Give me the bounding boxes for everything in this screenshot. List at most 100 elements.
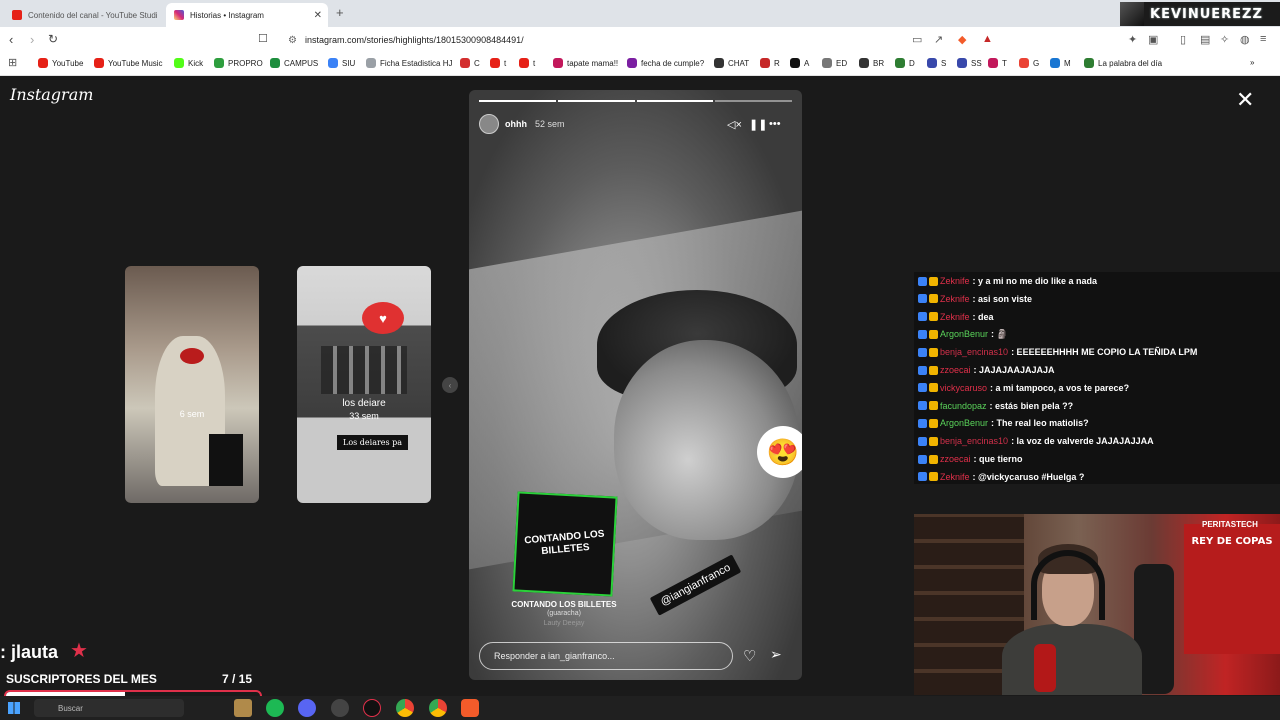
- new-tab-button[interactable]: +: [336, 5, 344, 20]
- chat-username[interactable]: Zeknife: [940, 312, 970, 322]
- bookmark-favicon-icon: [490, 58, 500, 68]
- bookmark-item[interactable]: t: [519, 58, 535, 68]
- chat-username[interactable]: zzoecai: [940, 365, 971, 375]
- preview-title: los deiare: [342, 398, 386, 409]
- bookmark-item[interactable]: T: [988, 58, 1007, 68]
- chrome-profile-icon[interactable]: [429, 699, 447, 717]
- omnibox[interactable]: ⚙ instagram.com/stories/highlights/18015…: [280, 30, 1000, 50]
- chat-username[interactable]: Zeknife: [940, 276, 970, 286]
- vpn-icon[interactable]: ▤: [1200, 33, 1210, 46]
- obs-icon[interactable]: [331, 699, 349, 717]
- bookmark-item[interactable]: C: [460, 58, 480, 68]
- tab-youtube-studio[interactable]: Contenido del canal - YouTube Studi: [4, 3, 164, 27]
- sub-badge-icon: [929, 472, 938, 482]
- bookmark-favicon-icon: [553, 58, 563, 68]
- bookmark-item[interactable]: SIU: [328, 58, 355, 68]
- bookmark-item[interactable]: S: [927, 58, 946, 68]
- send-icon[interactable]: ➢: [770, 646, 782, 663]
- spotify-icon[interactable]: [266, 699, 284, 717]
- file-explorer-icon[interactable]: [234, 699, 252, 717]
- forward-icon[interactable]: ›: [30, 32, 34, 47]
- bookmark-item[interactable]: PROPRO: [214, 58, 263, 68]
- chat-message: vickycaruso: a mi tampoco, a vos te pare…: [918, 379, 1129, 397]
- chat-username[interactable]: facundopaz: [940, 401, 987, 411]
- chat-username[interactable]: benja_encinas10: [940, 347, 1008, 357]
- brave-icon[interactable]: [461, 699, 479, 717]
- story-preview-1[interactable]: 6 sem: [125, 266, 259, 503]
- discord-icon[interactable]: [298, 699, 316, 717]
- windows-start-icon[interactable]: [8, 702, 20, 714]
- chat-username[interactable]: Zeknife: [940, 294, 970, 304]
- bookmark-item[interactable]: fecha de cumple?: [627, 58, 704, 68]
- more-bookmarks-icon[interactable]: »: [1250, 58, 1254, 67]
- apps-icon[interactable]: ⊞: [8, 56, 17, 69]
- taskbar-search[interactable]: Buscar: [34, 699, 184, 717]
- bookmark-item[interactable]: t: [490, 58, 506, 68]
- chat-username[interactable]: vickycaruso: [940, 383, 987, 393]
- bookmark-item[interactable]: CAMPUS: [270, 58, 318, 68]
- site-info-icon[interactable]: ⚙: [288, 35, 297, 46]
- sub-badge-icon: [929, 294, 938, 304]
- bookmark-item[interactable]: BR: [859, 58, 884, 68]
- more-options-icon[interactable]: •••: [769, 118, 781, 130]
- previous-story-button[interactable]: ‹: [442, 377, 458, 393]
- brave-shield-icon[interactable]: ◆: [958, 33, 966, 46]
- chat-text: : JAJAJAAJAJAJA: [973, 365, 1055, 375]
- brand-tag: PERITASTECH: [1202, 520, 1258, 529]
- share-icon[interactable]: ↗: [934, 33, 943, 46]
- shield-icon[interactable]: ◍: [1240, 33, 1250, 46]
- bookmark-item[interactable]: A: [790, 58, 809, 68]
- close-story-button[interactable]: ✕: [1236, 89, 1254, 111]
- subs-title: SUSCRIPTORES DEL MES: [6, 672, 157, 686]
- bookmark-icon[interactable]: ☐: [258, 32, 268, 45]
- cast-icon[interactable]: ▭: [912, 33, 922, 46]
- tab-instagram[interactable]: Historias • Instagram ✕: [166, 3, 328, 27]
- story-username[interactable]: ohhh: [505, 119, 527, 129]
- bookmark-item[interactable]: G: [1019, 58, 1039, 68]
- bookmark-item[interactable]: Ficha Estadistica HJ: [366, 58, 452, 68]
- bookmark-item[interactable]: R: [760, 58, 780, 68]
- chrome-icon[interactable]: [396, 699, 414, 717]
- bookmark-item[interactable]: CHAT: [714, 58, 749, 68]
- story-frame[interactable]: ohhh 52 sem ◁× ❚❚ ••• 😍 CONTANDO LOS BIL…: [469, 90, 802, 680]
- chat-username[interactable]: benja_encinas10: [940, 436, 1008, 446]
- wallet-icon[interactable]: ▣: [1148, 33, 1158, 46]
- bookmark-item[interactable]: tapate mama!!: [553, 58, 618, 68]
- chat-username[interactable]: ArgonBenur: [940, 418, 988, 428]
- mention-sticker[interactable]: @iangianfranco: [649, 554, 742, 616]
- extensions-icon[interactable]: ✦: [1128, 33, 1137, 46]
- chat-username[interactable]: ArgonBenur: [940, 329, 988, 339]
- sidebar-icon[interactable]: ▯: [1180, 33, 1186, 46]
- bookmark-item[interactable]: YouTube Music: [94, 58, 163, 68]
- back-icon[interactable]: ‹: [9, 32, 13, 47]
- story-avatar[interactable]: [479, 114, 499, 134]
- reply-input[interactable]: Responder a ian_gianfranco...: [479, 642, 733, 670]
- url-text[interactable]: instagram.com/stories/highlights/1801530…: [305, 35, 524, 45]
- chat-username[interactable]: Zeknife: [940, 472, 970, 482]
- close-tab-icon[interactable]: ✕: [314, 10, 322, 21]
- bookmark-item[interactable]: M: [1050, 58, 1071, 68]
- bookmark-label: CHAT: [728, 58, 750, 68]
- story-preview-2[interactable]: ♥ los deiare 33 sem Los deiares pa: [297, 266, 431, 503]
- chat-username[interactable]: zzoecai: [940, 454, 971, 464]
- bookmark-item[interactable]: YouTube: [38, 58, 83, 68]
- instagram-icon: [174, 10, 184, 20]
- mute-icon[interactable]: ◁×: [727, 118, 742, 131]
- bookmark-item[interactable]: ED: [822, 58, 847, 68]
- chat-message: Zeknife: y a mi no me dio like a nada: [918, 272, 1097, 290]
- menu-icon[interactable]: ≡: [1260, 33, 1266, 45]
- bookmark-item[interactable]: Kick: [174, 58, 203, 68]
- ai-icon[interactable]: ✧: [1220, 33, 1229, 46]
- rewards-icon[interactable]: ▲: [982, 33, 993, 45]
- chat-message: Zeknife: asi son viste: [918, 290, 1032, 308]
- pause-icon[interactable]: ❚❚: [749, 118, 767, 131]
- reload-icon[interactable]: ↻: [48, 32, 58, 46]
- bookmark-item[interactable]: La palabra del día: [1084, 58, 1162, 68]
- like-icon[interactable]: ♡: [743, 647, 756, 665]
- tiktok-icon[interactable]: [363, 699, 381, 717]
- bookmark-item[interactable]: SS: [957, 58, 982, 68]
- instagram-logo[interactable]: Instagram: [10, 85, 93, 104]
- bookmark-item[interactable]: D: [895, 58, 915, 68]
- music-sticker[interactable]: CONTANDO LOS BILLETES: [512, 491, 618, 597]
- emoji-sticker[interactable]: 😍: [757, 426, 802, 478]
